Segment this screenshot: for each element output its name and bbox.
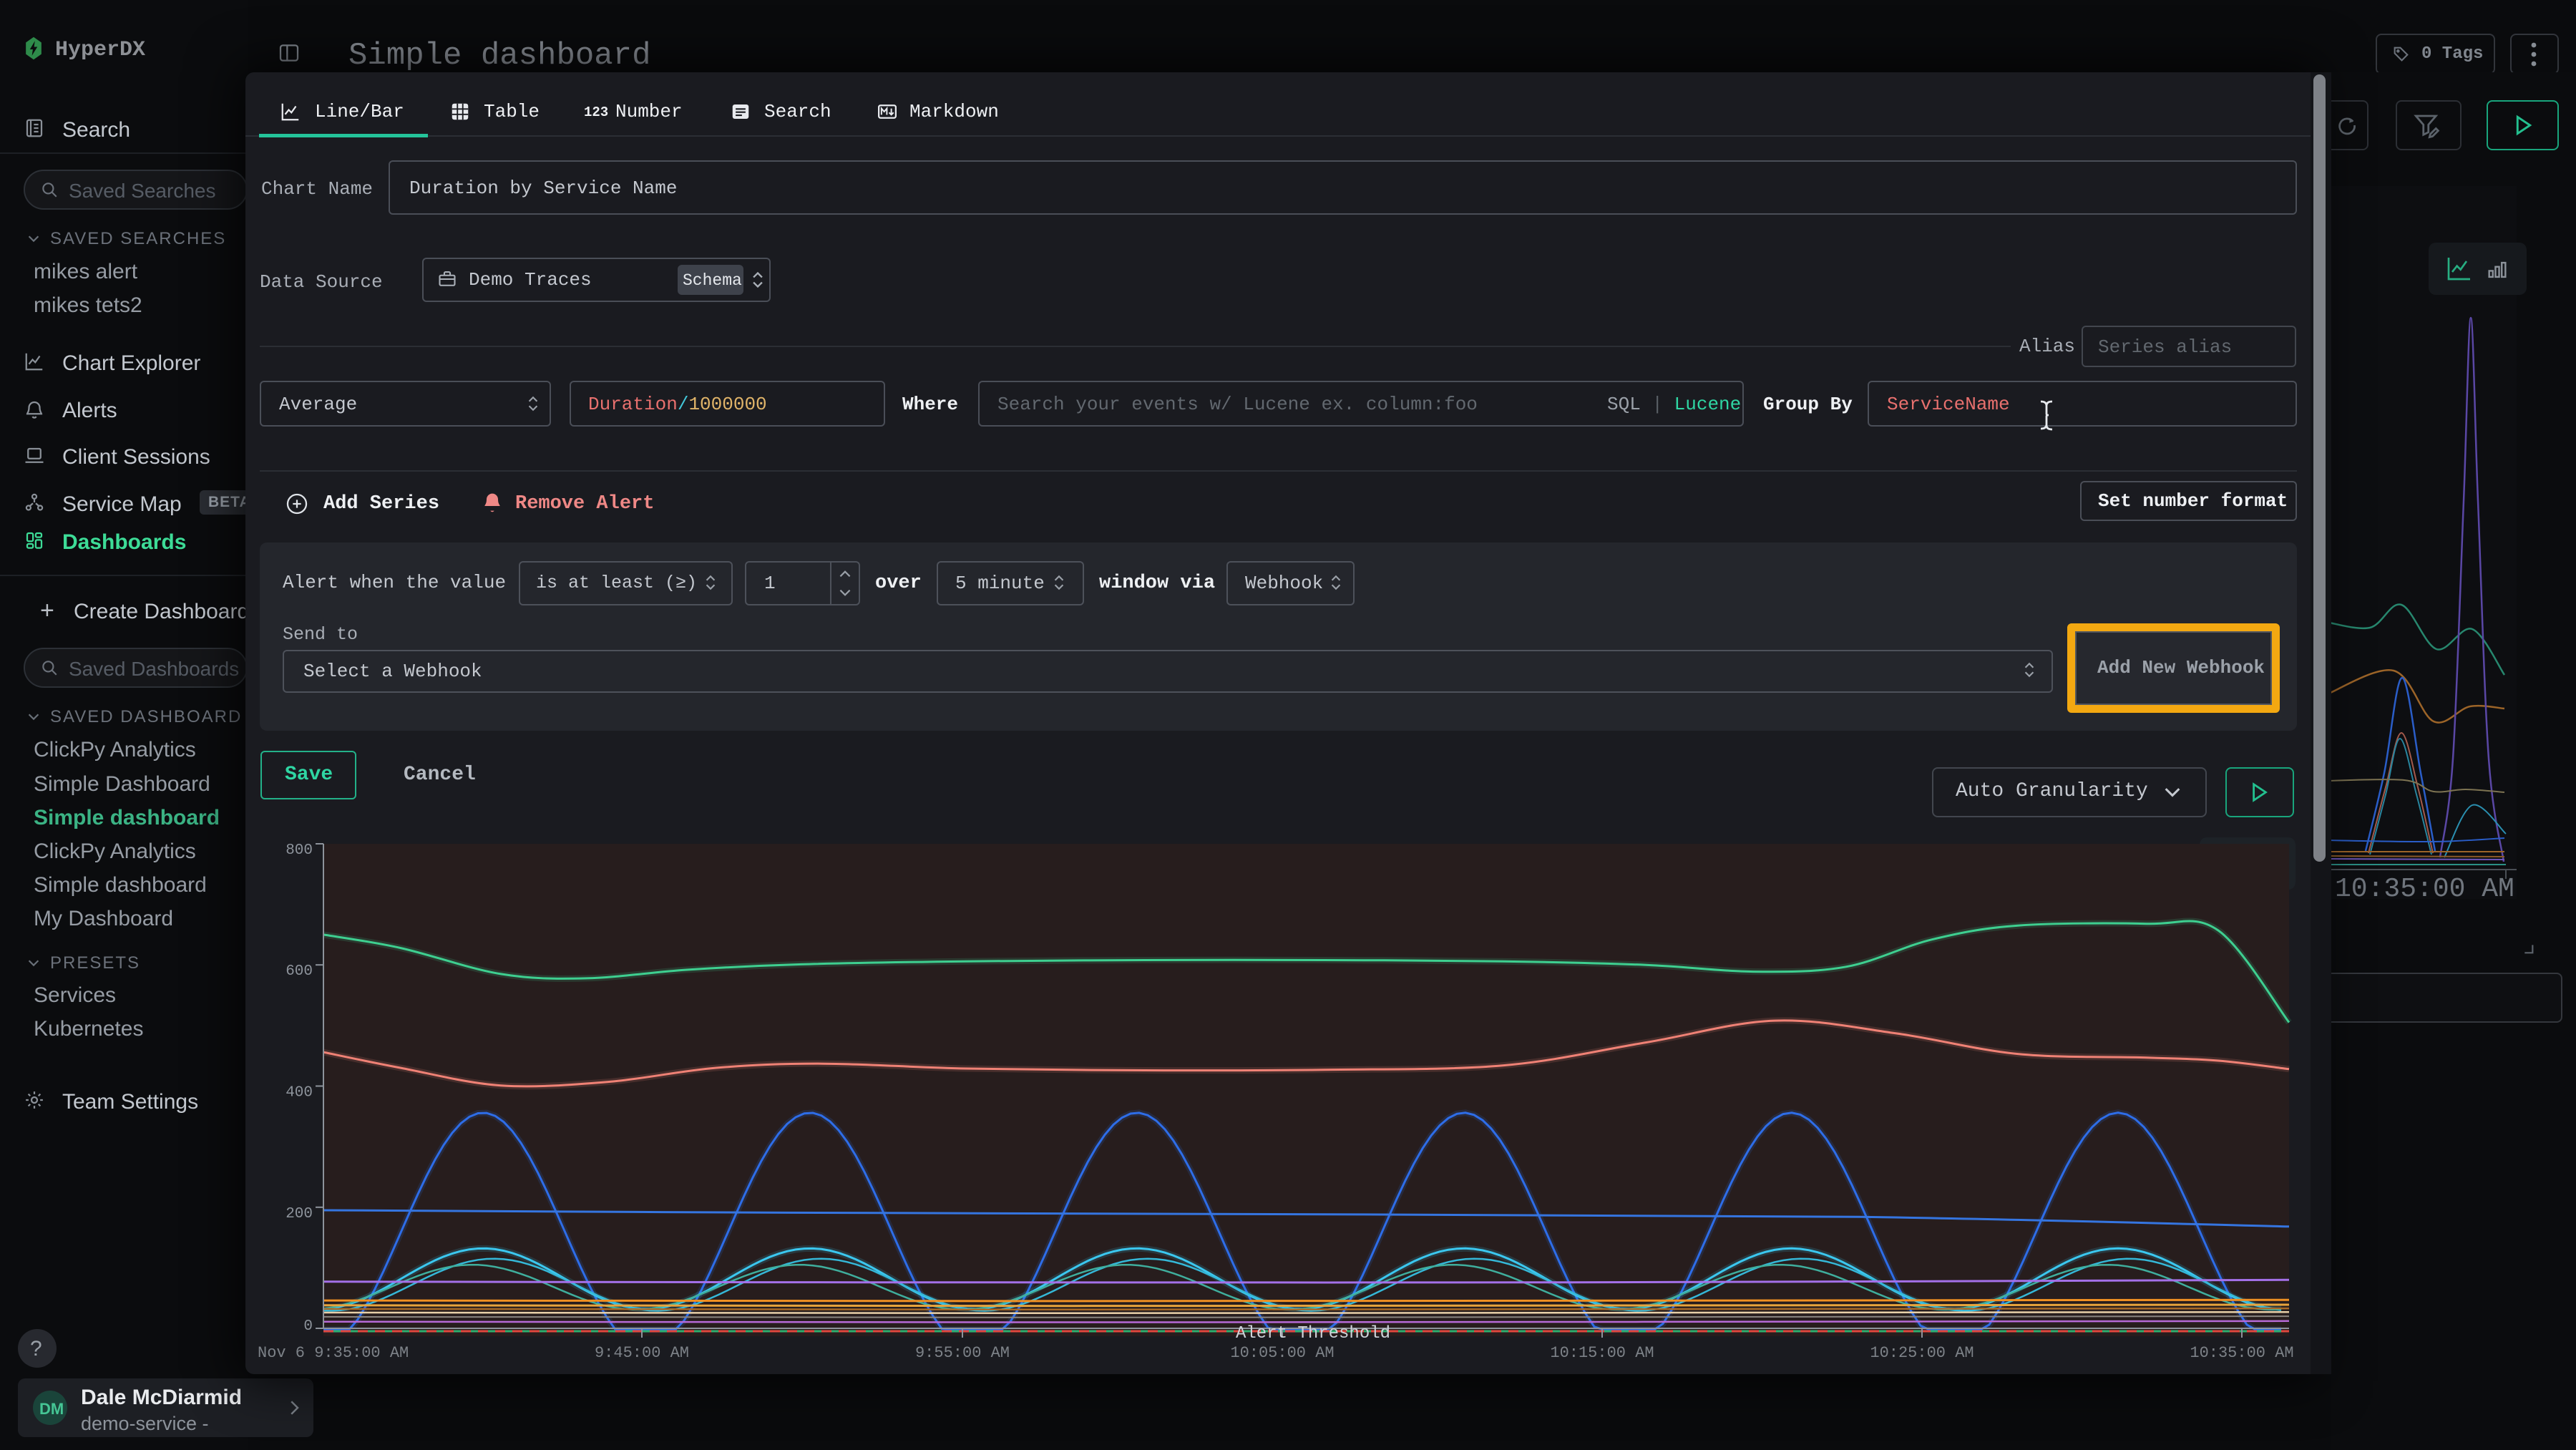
svg-text:Nov 6 9:35:00 AM: Nov 6 9:35:00 AM — [258, 1344, 409, 1362]
svg-text:10:15:00 AM: 10:15:00 AM — [1550, 1344, 1654, 1362]
svg-text:9:45:00 AM: 9:45:00 AM — [595, 1344, 689, 1362]
svg-text:9:55:00 AM: 9:55:00 AM — [915, 1344, 1010, 1362]
svg-text:10:05:00 AM: 10:05:00 AM — [1230, 1344, 1334, 1362]
svg-text:10:25:00 AM: 10:25:00 AM — [1870, 1344, 1974, 1362]
svg-text:Alert Threshold: Alert Threshold — [1236, 1324, 1390, 1343]
svg-text:0: 0 — [303, 1318, 313, 1335]
svg-text:800: 800 — [286, 842, 313, 859]
svg-text:200: 200 — [286, 1206, 313, 1222]
svg-text:400: 400 — [286, 1085, 313, 1101]
svg-text:10:35:00 AM: 10:35:00 AM — [2190, 1344, 2293, 1362]
svg-text:600: 600 — [286, 963, 313, 980]
